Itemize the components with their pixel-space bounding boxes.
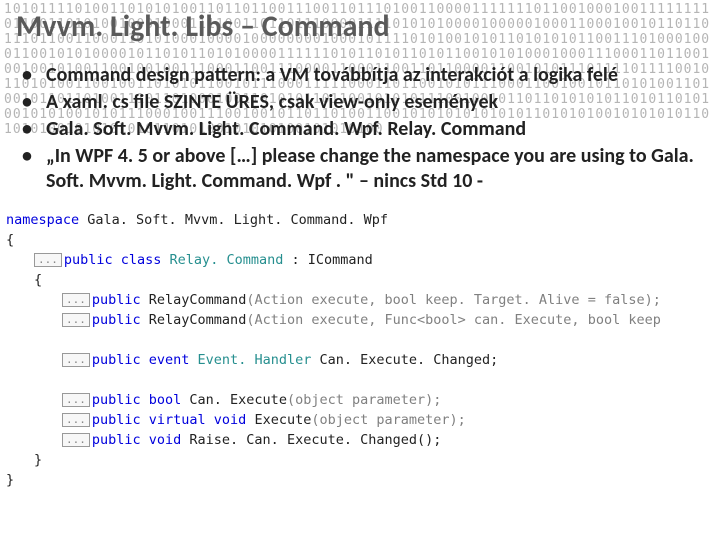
class-implements: : ICommand: [291, 252, 372, 268]
ctor-params: (Action execute, bool keep. Target. Aliv…: [246, 292, 661, 308]
collapse-icon[interactable]: ...: [62, 313, 90, 327]
ctor-params: (Action execute, Func<bool> can. Execute…: [246, 312, 661, 328]
brace-open: {: [6, 270, 714, 290]
event-type: Event. Handler: [189, 352, 319, 368]
method-params: (object parameter);: [287, 392, 441, 408]
keyword-public-bool: public bool: [92, 392, 181, 408]
page-title: Mvvm. Light. Libs – Command: [16, 8, 704, 45]
collapse-icon[interactable]: ...: [62, 413, 90, 427]
event-name: Can. Execute. Changed;: [319, 352, 498, 368]
code-snippet: namespace Gala. Soft. Mvvm. Light. Comma…: [0, 204, 720, 490]
namespace-name: Gala. Soft. Mvvm. Light. Command. Wpf: [79, 212, 388, 228]
bullet-list: Command design pattern: a VM továbbítja …: [16, 63, 704, 194]
method-name: Can. Execute: [181, 392, 287, 408]
class-name: Relay. Command: [161, 252, 291, 268]
collapse-icon[interactable]: ...: [62, 433, 90, 447]
bullet-item: Command design pattern: a VM továbbítja …: [22, 63, 704, 88]
ctor-name: RelayCommand: [141, 312, 247, 328]
bullet-item: „In WPF 4. 5 or above […] please change …: [22, 144, 704, 194]
collapse-icon[interactable]: ...: [62, 353, 90, 367]
keyword-namespace: namespace: [6, 212, 79, 228]
ctor-name: RelayCommand: [141, 292, 247, 308]
keyword-public: public: [92, 312, 141, 328]
keyword-public-class: public class: [64, 252, 162, 268]
brace-close: }: [6, 450, 714, 470]
method-name: Execute: [246, 412, 311, 428]
keyword-public-void: public void: [92, 432, 181, 448]
method-params: (object parameter);: [311, 412, 465, 428]
keyword-public: public: [92, 292, 141, 308]
collapse-icon[interactable]: ...: [62, 293, 90, 307]
bullet-item: Gala. Soft. Mvvm. Light. Command. Wpf. R…: [22, 117, 704, 142]
brace-close: }: [6, 470, 714, 490]
collapse-icon[interactable]: ...: [34, 253, 62, 267]
keyword-public-event: public event: [92, 352, 190, 368]
keyword-public-virtual-void: public virtual void: [92, 412, 246, 428]
collapse-icon[interactable]: ...: [62, 393, 90, 407]
method-name: Raise. Can. Execute. Changed();: [181, 432, 441, 448]
brace-open: {: [6, 230, 714, 250]
bullet-item: A xaml. cs file SZINTE ÜRES, csak view-o…: [22, 90, 704, 115]
